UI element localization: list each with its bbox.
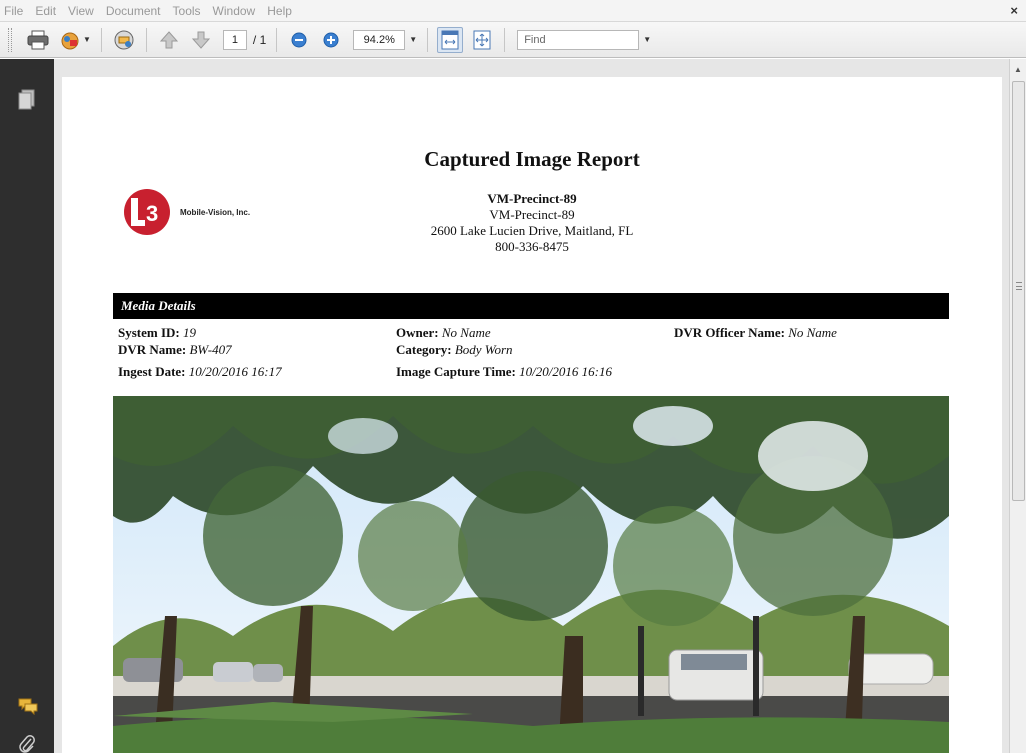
- dvr-officer-row: DVR Officer Name: No Name: [674, 324, 837, 341]
- section-header: Media Details: [113, 293, 949, 319]
- create-button[interactable]: [57, 27, 83, 53]
- category-label: Category:: [396, 342, 452, 357]
- system-id-value: 19: [183, 325, 196, 340]
- ingest-date-value: 10/20/2016 16:17: [188, 364, 282, 379]
- zoom-out-icon: [291, 32, 307, 47]
- scroll-up-icon[interactable]: ▲: [1014, 65, 1022, 74]
- toolbar-separator: [504, 27, 506, 52]
- thumb-grip-icon: [1016, 282, 1022, 290]
- menu-view[interactable]: View: [62, 4, 100, 18]
- find-input[interactable]: Find: [517, 29, 640, 50]
- menu-file[interactable]: File: [0, 4, 29, 18]
- org-name: VM-Precinct-89: [487, 191, 577, 206]
- fit-width-icon: [441, 30, 459, 49]
- document-viewport[interactable]: Captured Image Report 3 Mobile-Vision, I…: [54, 59, 1009, 753]
- zoom-in-button[interactable]: [318, 27, 344, 53]
- menu-help[interactable]: Help: [261, 4, 298, 18]
- pages-icon[interactable]: [18, 89, 36, 114]
- zoom-level-input[interactable]: 94.2%: [353, 29, 406, 50]
- zoom-in-icon: [323, 32, 339, 47]
- create-pdf-icon: [61, 32, 79, 49]
- org-address: 2600 Lake Lucien Drive, Maitland, FL: [430, 223, 634, 238]
- toolbar-separator: [276, 27, 278, 52]
- menu-tools[interactable]: Tools: [167, 4, 207, 18]
- organization-block: VM-Precinct-89 VM-Precinct-89 2600 Lake …: [62, 191, 1002, 255]
- dvr-officer-value: No Name: [788, 325, 837, 340]
- collaborate-icon: [114, 30, 134, 49]
- dvr-name-label: DVR Name:: [118, 342, 187, 357]
- org-subname: VM-Precinct-89: [489, 207, 575, 222]
- toolbar: ▼ 1 / 1 94.2% ▼ Find ▼: [0, 22, 1026, 58]
- attachments-icon[interactable]: [18, 735, 36, 753]
- category-value: Body Worn: [454, 342, 513, 357]
- dvr-name-row: DVR Name: BW-407: [118, 341, 282, 358]
- up-arrow-icon: [159, 30, 179, 48]
- category-row: Category: Body Worn: [396, 341, 612, 358]
- ingest-date-row: Ingest Date: 10/20/2016 16:17: [118, 363, 282, 380]
- system-id-row: System ID: 19: [118, 324, 282, 341]
- comments-icon[interactable]: [18, 697, 38, 718]
- fit-page-icon: [473, 30, 491, 49]
- owner-row: Owner: No Name: [396, 324, 612, 341]
- down-arrow-icon: [191, 31, 211, 49]
- printer-icon: [27, 30, 49, 49]
- system-id-label: System ID:: [118, 325, 180, 340]
- zoom-out-button[interactable]: [286, 27, 312, 53]
- page-number-input[interactable]: 1: [222, 29, 247, 50]
- collaborate-button[interactable]: [111, 27, 137, 53]
- zoom-dropdown-icon[interactable]: ▼: [409, 35, 417, 44]
- find-dropdown-icon[interactable]: ▼: [643, 35, 651, 44]
- close-icon[interactable]: ×: [1010, 3, 1018, 18]
- toolbar-separator: [145, 27, 147, 52]
- create-dropdown-icon[interactable]: ▼: [83, 35, 91, 44]
- menu-bar: File Edit View Document Tools Window Hel…: [0, 0, 1026, 22]
- org-phone: 800-336-8475: [495, 239, 569, 254]
- report-title: Captured Image Report: [424, 147, 640, 171]
- previous-page-button[interactable]: [156, 27, 182, 53]
- scrollbar-thumb[interactable]: [1012, 81, 1025, 501]
- dvr-name-value: BW-407: [189, 342, 232, 357]
- menu-edit[interactable]: Edit: [29, 4, 62, 18]
- menu-window[interactable]: Window: [207, 4, 262, 18]
- owner-value: No Name: [441, 325, 491, 340]
- vertical-scrollbar[interactable]: ▲: [1009, 59, 1026, 753]
- captured-image: [113, 396, 949, 753]
- ingest-date-label: Ingest Date:: [118, 364, 186, 379]
- capture-time-value: 10/20/2016 16:16: [519, 364, 612, 379]
- pdf-page: Captured Image Report 3 Mobile-Vision, I…: [62, 77, 1002, 753]
- capture-time-row: Image Capture Time: 10/20/2016 16:16: [396, 363, 612, 380]
- details-column-3: DVR Officer Name: No Name: [674, 324, 837, 341]
- page-total: / 1: [252, 32, 267, 47]
- print-button[interactable]: [25, 27, 51, 53]
- details-column-1: System ID: 19 DVR Name: BW-407 Ingest Da…: [118, 324, 282, 380]
- menu-document[interactable]: Document: [100, 4, 167, 18]
- dvr-officer-label: DVR Officer Name:: [674, 325, 785, 340]
- details-column-2: Owner: No Name Category: Body Worn Image…: [396, 324, 612, 380]
- next-page-button[interactable]: [188, 27, 214, 53]
- fit-page-button[interactable]: [469, 27, 495, 53]
- owner-label: Owner:: [396, 325, 439, 340]
- toolbar-separator: [427, 27, 429, 52]
- capture-time-label: Image Capture Time:: [396, 364, 516, 379]
- navigation-pane: [0, 59, 54, 753]
- toolbar-separator: [100, 27, 102, 52]
- toolbar-grip[interactable]: [8, 27, 12, 52]
- fit-width-button[interactable]: [437, 26, 464, 53]
